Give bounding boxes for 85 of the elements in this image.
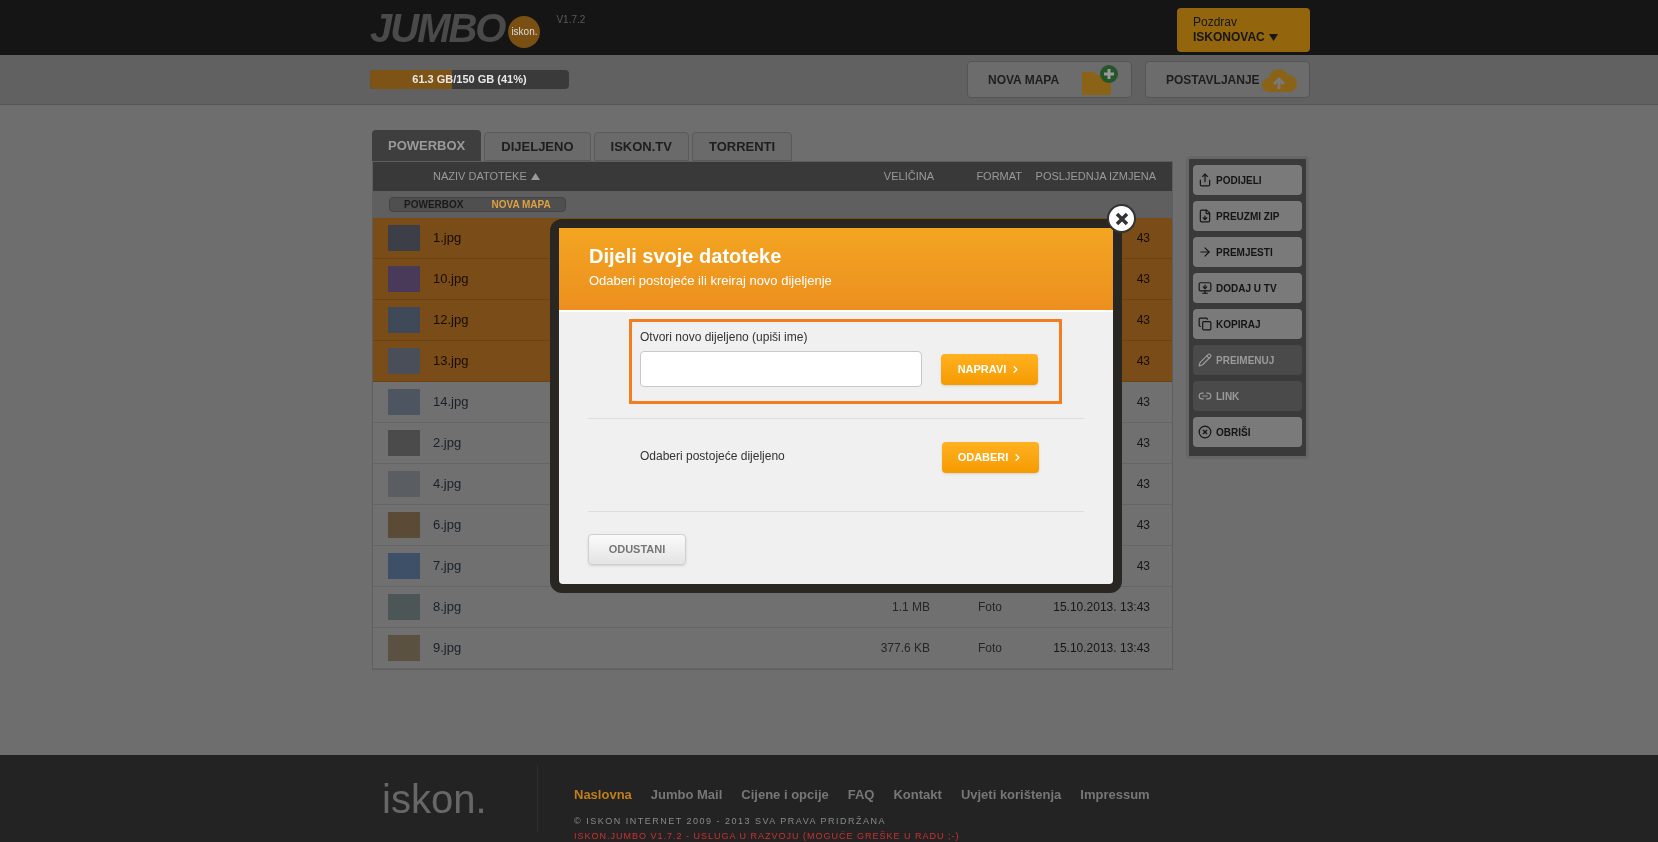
footer-link[interactable]: FAQ: [847, 785, 875, 805]
file-modified: 43: [1136, 230, 1150, 247]
photo-placeholder: [388, 225, 420, 251]
modal-subtitle: Odaberi postojeće ili kreiraj novo dijeljenje: [589, 272, 833, 290]
photo-placeholder: [388, 594, 420, 620]
storage-reading: 61.3 GB/150 GB (41%): [411, 72, 528, 88]
footer-link[interactable]: Jumbo Mail: [650, 785, 723, 805]
file-modified: 43: [1136, 435, 1150, 452]
logo-badge: iskon.: [508, 15, 541, 48]
delete-icon: [1198, 425, 1212, 439]
file-name: 4.jpg: [433, 475, 462, 494]
photo-placeholder: [388, 635, 420, 661]
column-header[interactable]: VELIČINA: [878, 168, 934, 185]
file-format: Foto: [977, 640, 1002, 657]
user-menu-button[interactable]: Pozdrav ISKONOVAC: [1177, 7, 1310, 52]
cancel-button[interactable]: ODUSTANI: [588, 534, 686, 565]
breadcrumb-item[interactable]: NOVA MAPA: [477, 198, 565, 211]
tab[interactable]: ISKON.TV: [593, 132, 689, 161]
folder-add-icon: [1081, 63, 1119, 96]
file-name: 14.jpg: [433, 393, 469, 412]
file-modified: 15.10.2013. 13:43: [1053, 640, 1150, 657]
footer-link[interactable]: Kontakt: [893, 785, 942, 805]
link-icon: [1198, 389, 1212, 403]
caret-icon: [1268, 33, 1278, 41]
photo-placeholder: [388, 307, 420, 333]
file-modified: 43: [1136, 558, 1150, 575]
file-name: 10.jpg: [433, 270, 469, 289]
file-name: 12.jpg: [433, 311, 469, 330]
file-modified: 43: [1136, 271, 1150, 288]
file-name: 6.jpg: [433, 516, 462, 535]
column-header[interactable]: NAZIV DATOTEKE: [433, 168, 540, 185]
copy-icon: [1198, 317, 1212, 331]
share-name-input[interactable]: [640, 351, 922, 387]
field-label: Odaberi postojeće dijeljeno: [640, 448, 785, 465]
close-icon: [1114, 211, 1129, 226]
photo-placeholder: [388, 348, 420, 374]
select-button[interactable]: ODABERI: [942, 442, 1039, 473]
pencil-icon: [1198, 353, 1212, 367]
action-button[interactable]: PREMJESTI: [1193, 237, 1302, 267]
action-button[interactable]: PODIJELI: [1193, 165, 1302, 195]
file-name: 2.jpg: [433, 434, 462, 453]
tab[interactable]: POWERBOX: [372, 130, 482, 161]
file-name: 9.jpg: [433, 639, 462, 658]
version-label: V1.7.2: [556, 13, 586, 27]
file-name: 1.jpg: [433, 229, 462, 248]
field-label: Otvori novo dijeljeno (upiši ime): [640, 329, 809, 346]
file-format: Foto: [977, 599, 1002, 616]
footer-link[interactable]: Uvjeti korištenja: [960, 785, 1062, 805]
file-modified: 15.10.2013. 13:43: [1053, 599, 1150, 616]
create-button[interactable]: NAPRAVI: [941, 353, 1038, 385]
copyright-text: © ISKON INTERNET 2009 - 2013 SVA PRAVA PRIDRŽANA: [574, 814, 888, 828]
file-size: 1.1 MB: [891, 599, 930, 616]
file-modified: 43: [1136, 353, 1150, 370]
file-name: 13.jpg: [433, 352, 469, 371]
file-name: 8.jpg: [433, 598, 462, 617]
toolbar-button[interactable]: POSTAVLJANJE: [1145, 61, 1310, 98]
photo-placeholder: [388, 389, 420, 415]
photo-placeholder: [388, 512, 420, 538]
sort-arrow-icon: [530, 173, 540, 180]
footer-link[interactable]: Cijene i opcije: [741, 785, 829, 805]
photo-placeholder: [388, 266, 420, 292]
file-modified: 43: [1136, 476, 1150, 493]
file-modified: 43: [1136, 312, 1150, 329]
footer-logo: iskon.: [382, 778, 487, 819]
file-modified: 43: [1136, 394, 1150, 411]
action-button[interactable]: OBRIŠI: [1193, 417, 1302, 447]
action-button[interactable]: KOPIRAJ: [1193, 309, 1302, 339]
modal-title: Dijeli svoje datoteke: [589, 244, 783, 269]
toolbar-button[interactable]: NOVA MAPA: [967, 61, 1132, 98]
share-icon: [1198, 173, 1212, 187]
footer-link[interactable]: Impressum: [1080, 785, 1150, 805]
action-button[interactable]: DODAJ U TV: [1193, 273, 1302, 303]
tab[interactable]: TORRENTI: [691, 132, 793, 161]
photo-placeholder: [388, 430, 420, 456]
file-name: 7.jpg: [433, 557, 462, 576]
file-download-icon: [1198, 209, 1212, 223]
action-button[interactable]: PREUZMI ZIP: [1193, 201, 1302, 231]
file-modified: 43: [1136, 517, 1150, 534]
column-header[interactable]: POSLJEDNJA IZMJENA: [1022, 168, 1172, 185]
tab[interactable]: DIJELJENO: [484, 132, 591, 161]
column-header[interactable]: FORMAT: [934, 168, 1022, 185]
notice-text: ISKON.JUMBO V1.7.2 - USLUGA U RAZVOJU (MOGUĆE GREŠKE U RADU ;-): [574, 830, 961, 842]
footer-link[interactable]: Naslovna: [574, 785, 632, 805]
photo-placeholder: [388, 553, 420, 579]
file-size: 377.6 KB: [879, 640, 930, 657]
